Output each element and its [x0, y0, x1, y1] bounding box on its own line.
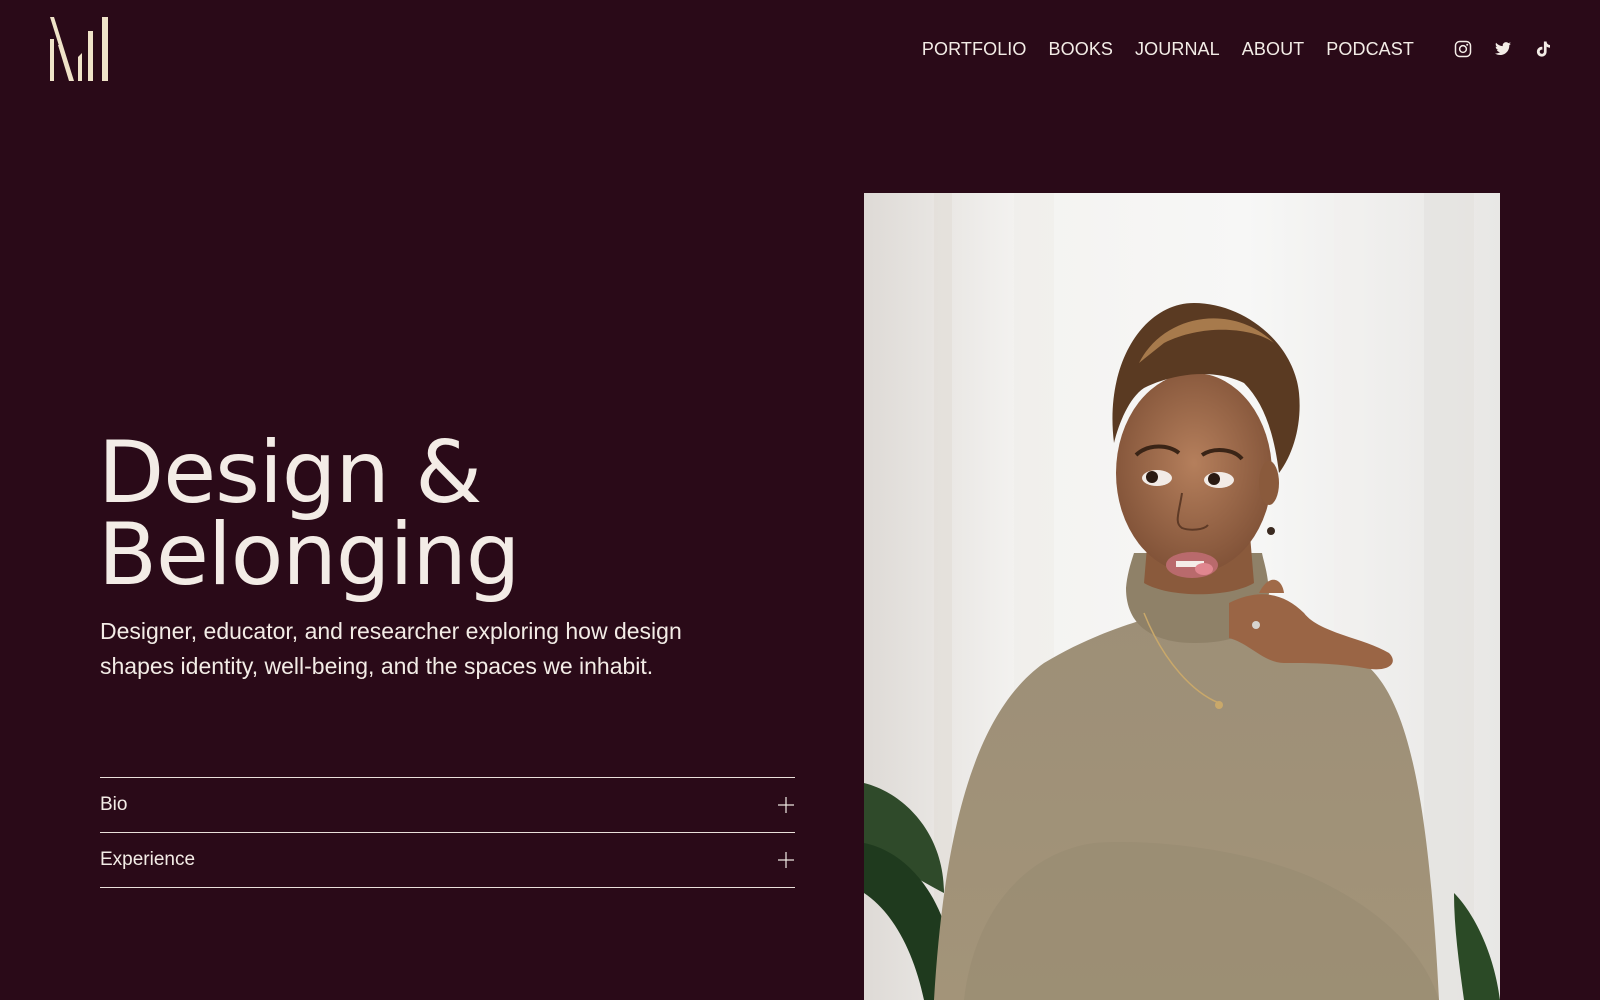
nav-books[interactable]: BOOKS [1049, 36, 1114, 62]
hero-subtitle: Designer, educator, and researcher explo… [100, 618, 682, 679]
main-nav: PORTFOLIO BOOKS JOURNAL ABOUT PODCAST [922, 36, 1414, 62]
nav-about[interactable]: ABOUT [1242, 36, 1305, 62]
page: PORTFOLIO BOOKS JOURNAL ABOUT PODCAST De… [0, 0, 1600, 1000]
nav-podcast[interactable]: PODCAST [1326, 36, 1414, 62]
accordion: Bio Experience [100, 777, 795, 888]
logo-mark [50, 17, 108, 81]
instagram-icon[interactable] [1454, 40, 1472, 58]
accordion-label-bio: Bio [100, 794, 128, 815]
portrait-illustration [864, 193, 1500, 1000]
plus-icon[interactable] [778, 797, 794, 813]
tiktok-icon[interactable] [1534, 40, 1552, 58]
accordion-item-experience[interactable]: Experience [100, 833, 795, 888]
accordion-label-experience: Experience [100, 849, 196, 870]
plus-icon[interactable] [778, 852, 794, 868]
nav-journal[interactable]: JOURNAL [1135, 36, 1220, 62]
hero-title-line1: Design & [98, 423, 482, 523]
hero-title-line2: Belonging [98, 505, 521, 605]
accordion-item-bio[interactable]: Bio [100, 778, 795, 833]
portrait-photo [864, 193, 1500, 1000]
monogram-logo[interactable] [50, 17, 108, 81]
twitter-icon[interactable] [1494, 40, 1512, 58]
hero-title: Design & Belonging [98, 423, 521, 605]
nav-portfolio[interactable]: PORTFOLIO [922, 36, 1027, 62]
social-links [1454, 40, 1552, 58]
